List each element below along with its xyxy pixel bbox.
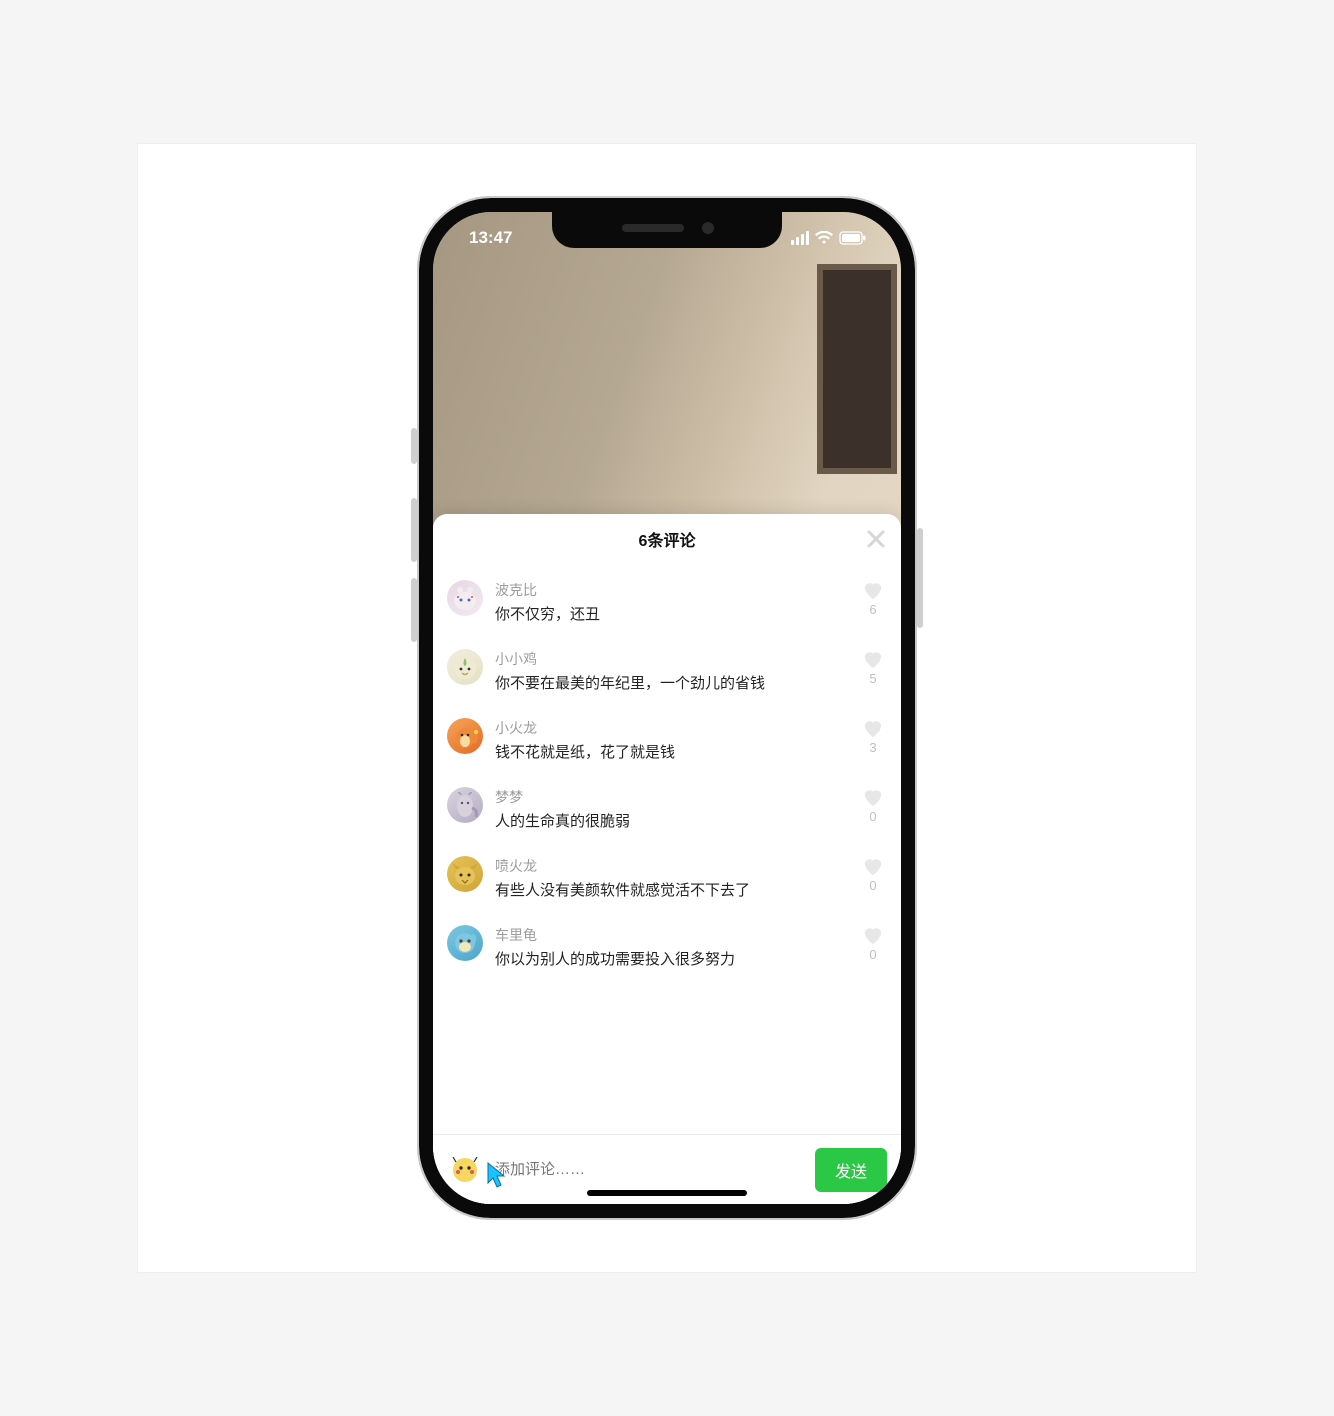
- comment-item[interactable]: 车里龟你以为别人的成功需要投入很多努力 0: [447, 913, 887, 982]
- avatar: [447, 787, 483, 823]
- send-button[interactable]: 发送: [815, 1148, 887, 1192]
- heart-icon: [862, 580, 884, 600]
- heart-icon: [862, 787, 884, 807]
- like-count: 0: [869, 878, 876, 893]
- heart-icon: [862, 718, 884, 738]
- my-avatar: [447, 1152, 483, 1188]
- comment-item[interactable]: 梦梦人的生命真的很脆弱 0: [447, 775, 887, 844]
- comment-list[interactable]: 波克比你不仅穷，还丑 6 小小鸡你不要在最美的年纪里，一个劲儿的省钱 5 小火龙钱不花就…: [433, 564, 901, 1134]
- comment-text: 人的生命真的很脆弱: [495, 811, 847, 832]
- like-button[interactable]: 5: [859, 649, 887, 686]
- sheet-title: 6条评论: [639, 527, 696, 551]
- comment-text: 你以为别人的成功需要投入很多努力: [495, 949, 847, 970]
- wifi-icon: [815, 231, 833, 245]
- comment-body: 喷火龙有些人没有美颜软件就感觉活不下去了: [495, 856, 847, 901]
- status-time: 13:47: [469, 228, 512, 248]
- comment-item[interactable]: 波克比你不仅穷，还丑 6: [447, 568, 887, 637]
- avatar: [447, 856, 483, 892]
- comment-item[interactable]: 小火龙钱不花就是纸，花了就是钱 3: [447, 706, 887, 775]
- phone-mock: 13:47 6条评论: [419, 198, 915, 1218]
- comment-text: 有些人没有美颜软件就感觉活不下去了: [495, 880, 847, 901]
- like-count: 6: [869, 602, 876, 617]
- side-button: [411, 428, 417, 464]
- like-count: 0: [869, 809, 876, 824]
- comment-item[interactable]: 喷火龙有些人没有美颜软件就感觉活不下去了 0: [447, 844, 887, 913]
- comment-text: 钱不花就是纸，花了就是钱: [495, 742, 847, 763]
- commenter-name: 波克比: [495, 580, 847, 600]
- avatar: [447, 580, 483, 616]
- like-count: 3: [869, 740, 876, 755]
- comment-item[interactable]: 小小鸡你不要在最美的年纪里，一个劲儿的省钱 5: [447, 637, 887, 706]
- heart-icon: [862, 856, 884, 876]
- commenter-name: 小小鸡: [495, 649, 847, 669]
- like-button[interactable]: 0: [859, 787, 887, 824]
- close-button[interactable]: [861, 524, 891, 554]
- sheet-header: 6条评论: [433, 514, 901, 564]
- comment-input[interactable]: [495, 1161, 803, 1178]
- like-count: 5: [869, 671, 876, 686]
- comment-body: 小小鸡你不要在最美的年纪里，一个劲儿的省钱: [495, 649, 847, 694]
- like-count: 0: [869, 947, 876, 962]
- document-frame: 13:47 6条评论: [137, 143, 1197, 1273]
- signal-icon: [791, 231, 809, 245]
- notch: [552, 212, 782, 248]
- comment-body: 波克比你不仅穷，还丑: [495, 580, 847, 625]
- like-button[interactable]: 0: [859, 856, 887, 893]
- battery-icon: [839, 231, 867, 245]
- heart-icon: [862, 649, 884, 669]
- commenter-name: 车里龟: [495, 925, 847, 945]
- screen: 13:47 6条评论: [433, 212, 901, 1204]
- comment-text: 你不要在最美的年纪里，一个劲儿的省钱: [495, 673, 847, 694]
- heart-icon: [862, 925, 884, 945]
- commenter-name: 梦梦: [495, 787, 847, 807]
- comment-body: 小火龙钱不花就是纸，花了就是钱: [495, 718, 847, 763]
- like-button[interactable]: 0: [859, 925, 887, 962]
- comments-sheet: 6条评论 波克比你不仅穷，还丑 6 小小鸡你不要在最美的年纪里，一个劲儿的省钱 5 小火…: [433, 514, 901, 1204]
- close-icon: [865, 528, 887, 550]
- like-button[interactable]: 6: [859, 580, 887, 617]
- commenter-name: 小火龙: [495, 718, 847, 738]
- side-button: [411, 578, 417, 642]
- status-icons: [791, 231, 867, 245]
- commenter-name: 喷火龙: [495, 856, 847, 876]
- side-button: [917, 528, 923, 628]
- like-button[interactable]: 3: [859, 718, 887, 755]
- comment-text: 你不仅穷，还丑: [495, 604, 847, 625]
- avatar: [447, 925, 483, 961]
- avatar: [447, 649, 483, 685]
- comment-body: 车里龟你以为别人的成功需要投入很多努力: [495, 925, 847, 970]
- background-detail: [817, 264, 897, 474]
- home-indicator[interactable]: [587, 1190, 747, 1196]
- avatar: [447, 718, 483, 754]
- side-button: [411, 498, 417, 562]
- comment-body: 梦梦人的生命真的很脆弱: [495, 787, 847, 832]
